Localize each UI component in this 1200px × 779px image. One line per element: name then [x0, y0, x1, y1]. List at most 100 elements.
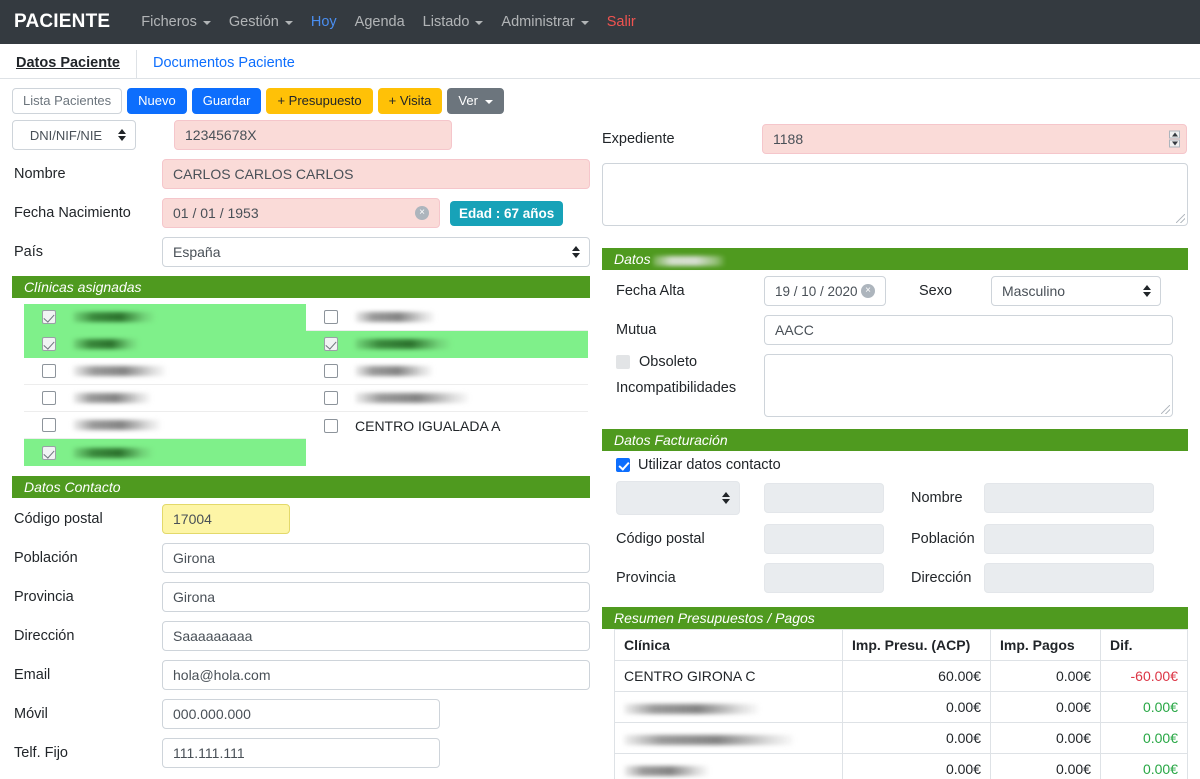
- incompatibilidades-textarea[interactable]: [764, 354, 1173, 418]
- clinica-row[interactable]: [24, 412, 306, 440]
- checkbox-icon[interactable]: [42, 445, 56, 460]
- tab-datos-paciente[interactable]: Datos Paciente: [14, 50, 137, 78]
- checkbox-icon[interactable]: [42, 391, 56, 406]
- facturacion-cp-input[interactable]: [764, 524, 884, 555]
- pais-select[interactable]: España: [162, 237, 590, 268]
- checkbox-icon[interactable]: [324, 364, 338, 379]
- mutua-input[interactable]: AACC: [764, 315, 1173, 346]
- clinica-row[interactable]: [306, 358, 588, 386]
- nav-item-ficheros[interactable]: Ficheros: [132, 10, 220, 34]
- guardar-button[interactable]: Guardar: [191, 88, 262, 115]
- expediente-value: 1188: [773, 131, 804, 148]
- checkbox-icon[interactable]: [324, 337, 338, 352]
- add-presupuesto-button[interactable]: + Presupuesto: [266, 88, 373, 115]
- movil-value: 000.000.000: [173, 706, 251, 723]
- doc-row: DNI/NIF/NIE 12345678X: [12, 120, 590, 151]
- movil-row: Móvil 000.000.000: [12, 699, 590, 730]
- tab-documentos-paciente[interactable]: Documentos Paciente: [137, 50, 311, 78]
- tab-label-datos-paciente: Datos Paciente: [16, 55, 120, 71]
- doc-type-select[interactable]: DNI/NIF/NIE: [12, 120, 136, 151]
- checkbox-icon[interactable]: [324, 418, 338, 433]
- clear-icon[interactable]: ×: [415, 206, 429, 221]
- expediente-notes-textarea[interactable]: [602, 163, 1188, 227]
- nav-item-salir[interactable]: Salir: [598, 10, 645, 34]
- email-value: hola@hola.com: [173, 667, 271, 684]
- tab-label-documentos-paciente: Documentos Paciente: [152, 55, 295, 71]
- checkbox-icon[interactable]: [42, 364, 56, 379]
- table-row[interactable]: 0.00€ 0.00€ 0.00€: [614, 722, 1188, 755]
- clinica-row[interactable]: [24, 358, 306, 386]
- clinica-row[interactable]: [306, 331, 588, 359]
- ver-label: Ver: [458, 93, 478, 108]
- facturacion-direccion-label: Dirección: [911, 570, 972, 587]
- movil-input[interactable]: 000.000.000: [162, 699, 440, 730]
- direccion-value: Saaaaaaaaa: [173, 628, 253, 645]
- checkbox-icon[interactable]: [42, 337, 56, 352]
- facturacion-cp-poblacion-row: Código postal Población: [602, 524, 1188, 555]
- provincia-input[interactable]: Girona: [162, 582, 590, 613]
- cell-pagos: 0.00€: [990, 691, 1101, 724]
- poblacion-input[interactable]: Girona: [162, 543, 590, 574]
- utilizar-datos-contacto-checkbox-icon[interactable]: [616, 458, 630, 473]
- clinica-row[interactable]: [306, 304, 588, 332]
- fecha-nacimiento-value: 01 / 01 / 1953: [173, 205, 259, 222]
- cell-dif: 0.00€: [1100, 691, 1188, 724]
- lista-pacientes-button[interactable]: Lista Pacientes: [12, 88, 123, 115]
- cell-pagos: 0.00€: [990, 753, 1101, 779]
- nav-item-administrar[interactable]: Administrar: [492, 10, 597, 34]
- fecha-nacimiento-input[interactable]: 01 / 01 / 1953 ×: [162, 198, 440, 229]
- fecha-alta-input[interactable]: 19 / 10 / 2020 ×: [764, 276, 886, 307]
- checkbox-icon[interactable]: [324, 391, 338, 406]
- obsoleto-incompat-row: Obsoleto Incompatibilidades: [602, 354, 1188, 418]
- facturacion-poblacion-input[interactable]: [984, 524, 1154, 555]
- checkbox-icon[interactable]: [42, 418, 56, 433]
- resumen-table-head: Clínica Imp. Presu. (ACP) Imp. Pagos Dif…: [614, 629, 1188, 662]
- facturacion-nombre-label: Nombre: [911, 490, 963, 507]
- table-row[interactable]: 0.00€ 0.00€ 0.00€: [614, 691, 1188, 724]
- ver-dropdown-button[interactable]: Ver: [447, 88, 504, 115]
- nombre-input[interactable]: CARLOS CARLOS CARLOS: [162, 159, 590, 190]
- facturacion-direccion-input[interactable]: [984, 563, 1154, 594]
- facturacion-doc-number-input[interactable]: [764, 483, 884, 514]
- spinner-icon[interactable]: [1169, 130, 1180, 148]
- clinica-row[interactable]: [24, 304, 306, 332]
- clinica-row[interactable]: [24, 331, 306, 359]
- checkbox-icon[interactable]: [324, 310, 338, 325]
- clinica-row[interactable]: CENTRO IGUALADA A: [306, 412, 588, 439]
- facturacion-doc-type-select[interactable]: [616, 481, 740, 516]
- redacted-clinic-name: [624, 765, 709, 776]
- direccion-input[interactable]: Saaaaaaaaa: [162, 621, 590, 652]
- nav-item-agenda[interactable]: Agenda: [346, 10, 414, 34]
- email-input[interactable]: hola@hola.com: [162, 660, 590, 691]
- facturacion-provincia-input[interactable]: [764, 563, 884, 594]
- sexo-select[interactable]: Masculino: [991, 276, 1161, 307]
- clinica-row[interactable]: [24, 385, 306, 413]
- add-visita-button[interactable]: + Visita: [377, 88, 443, 115]
- cell-presu: 0.00€: [842, 722, 991, 755]
- chevron-down-icon: [580, 21, 589, 25]
- cell-clinica: [614, 722, 843, 755]
- facturacion-nombre-input[interactable]: [984, 483, 1154, 514]
- expediente-input[interactable]: 1188: [762, 124, 1187, 155]
- telf-fijo-input[interactable]: 111.111.111: [162, 738, 440, 769]
- table-row[interactable]: 0.00€ 0.00€ 0.00€: [614, 753, 1188, 779]
- nuevo-button[interactable]: Nuevo: [127, 88, 187, 115]
- codigo-postal-input[interactable]: 17004: [162, 504, 290, 535]
- clear-icon[interactable]: ×: [861, 284, 875, 299]
- chevron-down-icon: [202, 21, 211, 25]
- nav-item-gestion[interactable]: Gestión: [220, 10, 302, 34]
- clinica-row[interactable]: [24, 439, 306, 467]
- table-row[interactable]: CENTRO GIRONA C 60.00€ 0.00€ -60.00€: [614, 660, 1188, 693]
- obsoleto-checkbox-icon[interactable]: [616, 355, 630, 370]
- cell-dif: 0.00€: [1100, 722, 1188, 755]
- nav-item-hoy[interactable]: Hoy: [302, 10, 346, 34]
- utilizar-datos-contacto-row[interactable]: Utilizar datos contacto: [602, 457, 1188, 473]
- nav-item-listado[interactable]: Listado: [414, 10, 493, 34]
- cell-presu: 0.00€: [842, 753, 991, 779]
- doc-number-input[interactable]: 12345678X: [174, 120, 452, 151]
- checkbox-icon[interactable]: [42, 310, 56, 325]
- clinica-row[interactable]: [306, 385, 588, 413]
- nav-label-administrar: Administrar: [501, 14, 575, 30]
- sexo-value: Masculino: [1002, 283, 1066, 300]
- redacted-clinic-name: [355, 366, 433, 377]
